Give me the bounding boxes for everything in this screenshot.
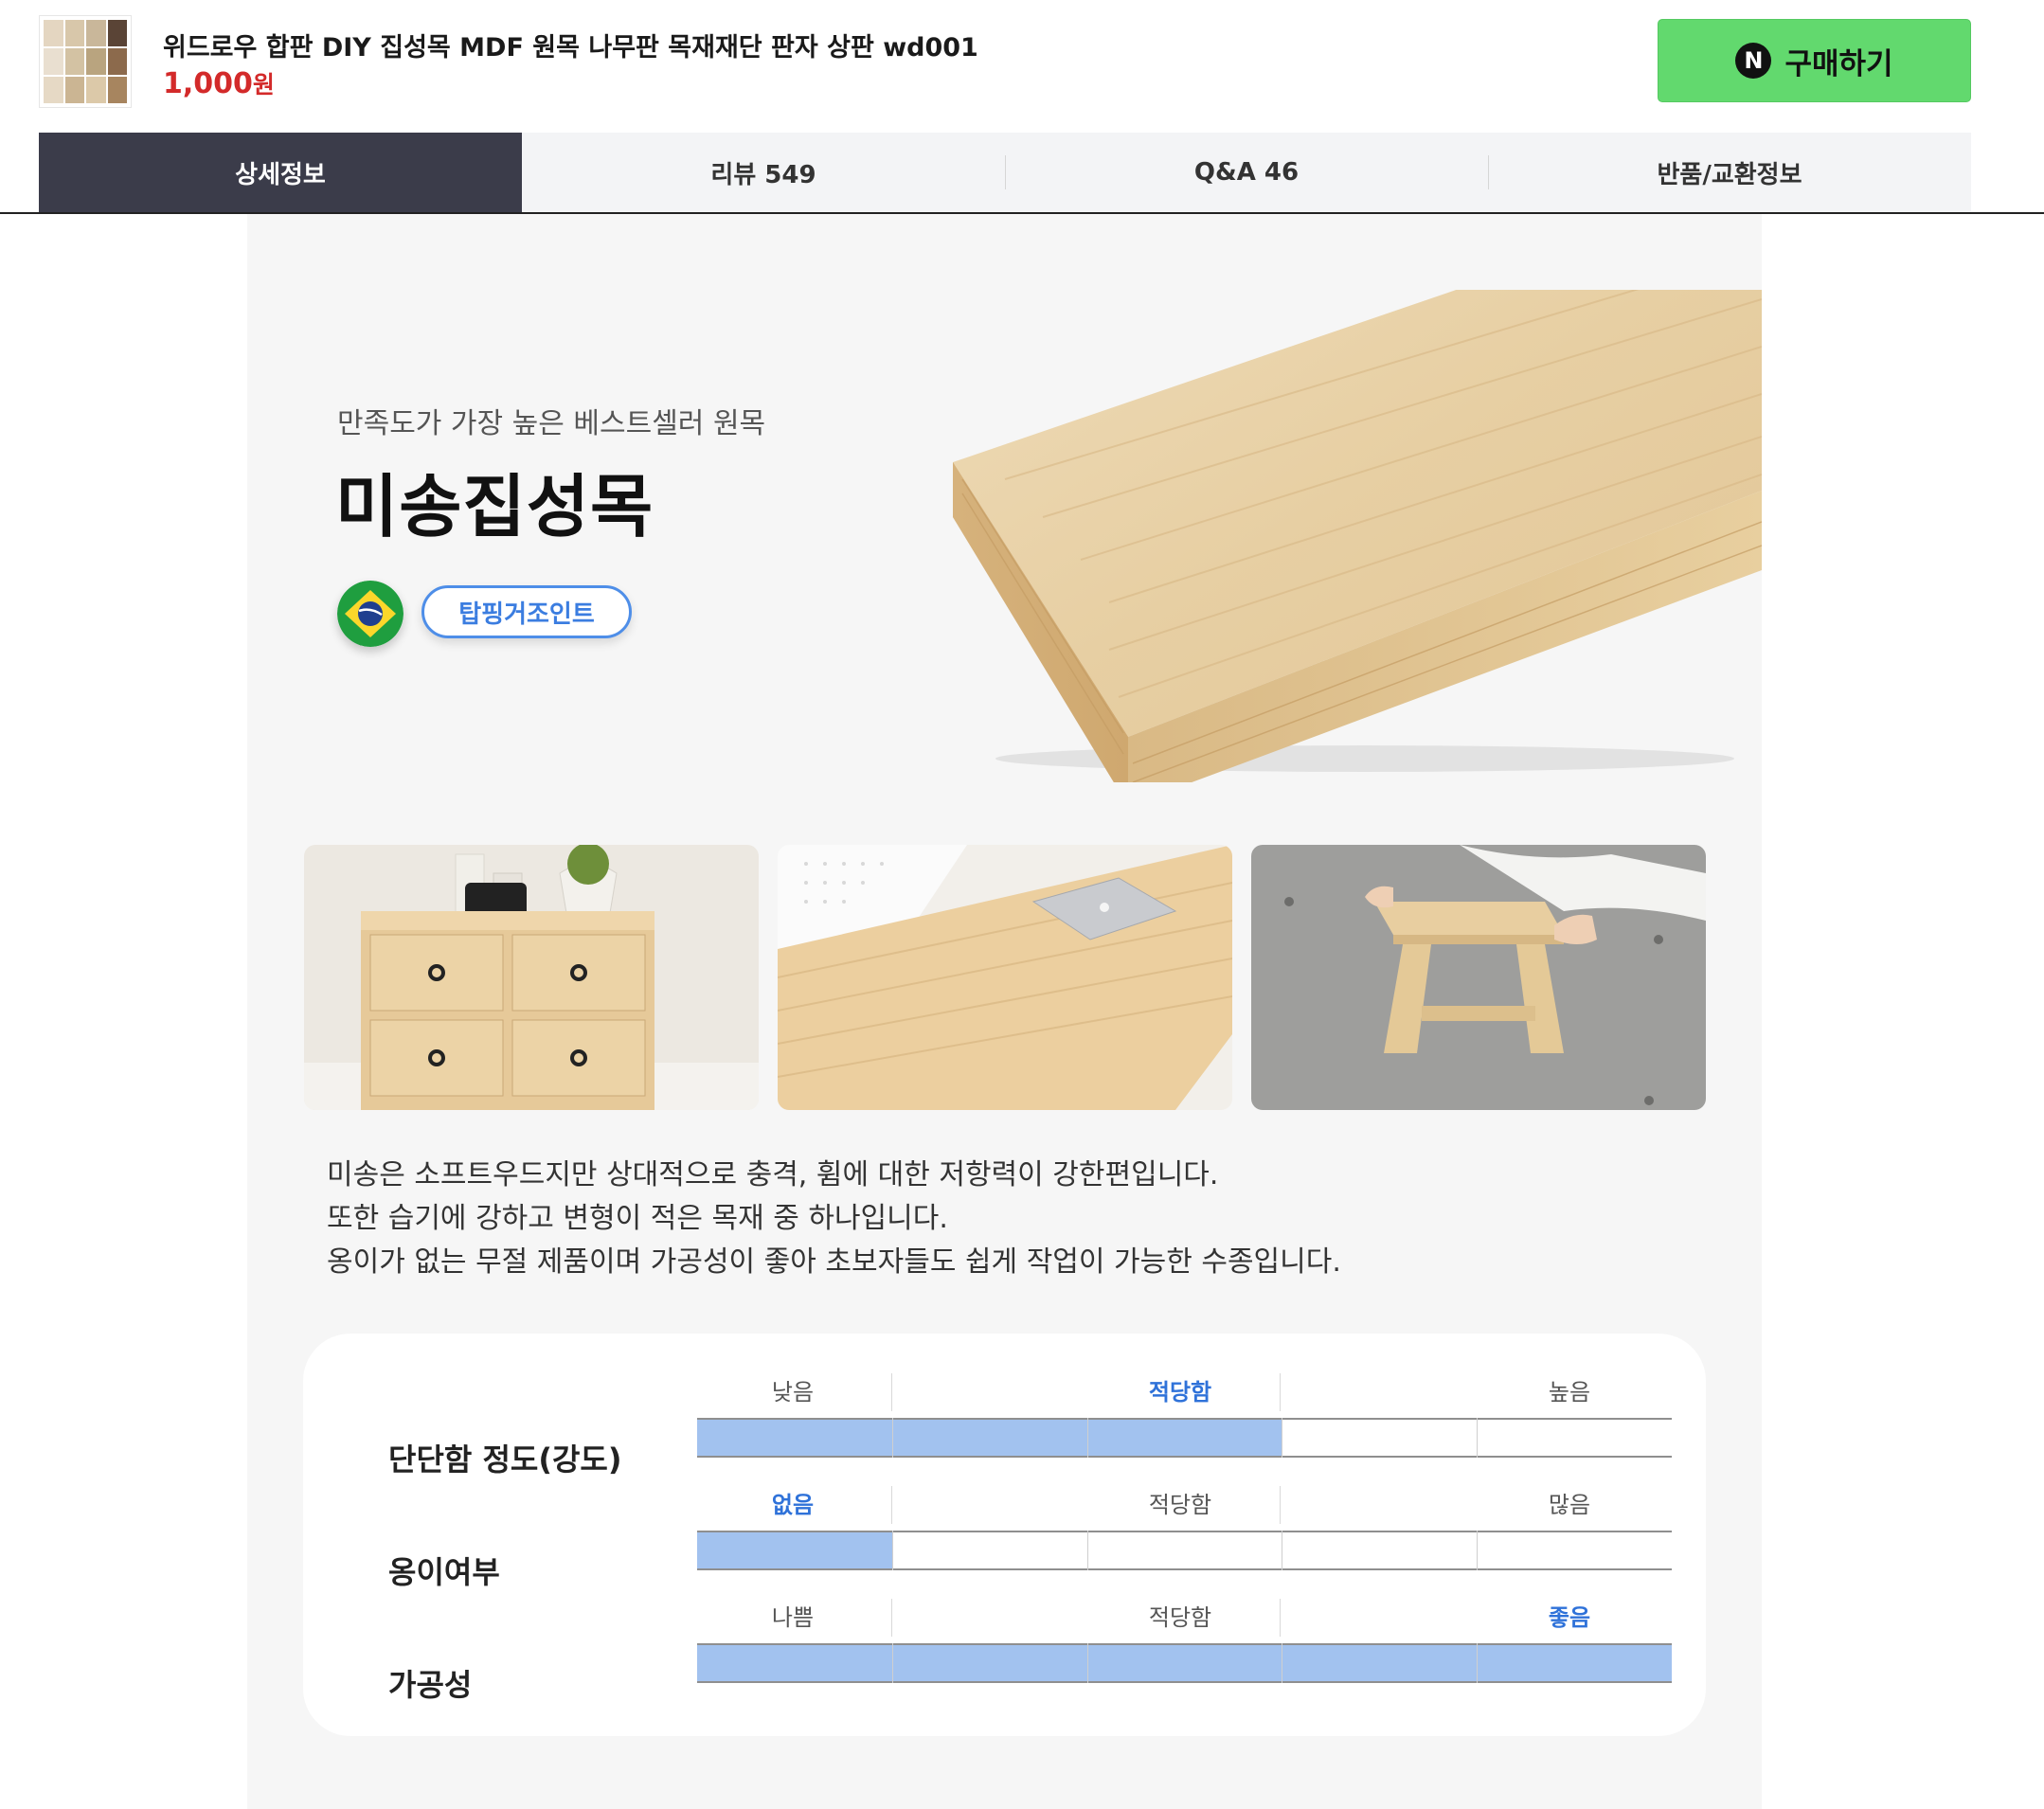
scale-divider [891,1599,892,1637]
scale-divider [891,1486,892,1524]
spec-bar-tick [891,1643,893,1683]
description-line: 옹이가 없는 무절 제품이며 가공성이 좋아 초보자들도 쉽게 작업이 가능한 … [327,1245,1341,1279]
spec-bar-tick [1086,1531,1088,1570]
spec-label-knots: 옹이여부 [388,1554,500,1590]
spec-label-hardness: 단단함 정도(강도) [388,1442,622,1478]
scale-label-low: 나쁨 [771,1604,815,1631]
detail-content: 만족도가 가장 높은 베스트셀러 원목 미송집성목 탑핑거조인트 미송은 소프트… [247,214,1762,1809]
spec-bar-fill [697,1532,892,1568]
wood-spec-card: 낮음 적당함 높음 단단함 정도(강도) 없음 적당함 많음 옹이여부 나쁨 적… [303,1334,1706,1736]
spec-scale-labels: 낮음 적당함 높음 [697,1373,1672,1406]
hero-subtitle: 만족도가 가장 높은 베스트셀러 원목 [337,407,766,440]
tab-qna[interactable]: Q&A 46 [1005,133,1488,212]
wooden-stool-photo [1251,845,1706,1110]
detail-tabs: 상세정보 리뷰 549 Q&A 46 반품/교환정보 [39,133,1971,212]
spec-bar-knots [697,1531,1672,1570]
scale-divider [891,1373,892,1411]
finger-joint-badge: 탑핑거조인트 [421,585,632,638]
naver-pay-icon: N [1735,43,1772,79]
tab-return-exchange[interactable]: 반품/교환정보 [1488,133,1971,212]
buy-button[interactable]: N 구매하기 [1658,19,1971,102]
drawer-cabinet-photo [304,845,759,1110]
desk-laptop-photo [778,845,1232,1110]
spec-scale-labels: 나쁨 적당함 좋음 [697,1599,1672,1631]
tab-reviews[interactable]: 리뷰 549 [522,133,1005,212]
scale-label-mid: 적당함 [1148,1604,1212,1631]
scale-divider [1280,1599,1281,1637]
price-unit: 원 [252,71,275,99]
scale-label-high: 많음 [1548,1492,1591,1518]
spec-bar-tick [1086,1418,1088,1458]
scale-label-low: 낮음 [771,1379,815,1406]
spec-bar-workability [697,1643,1672,1683]
spec-bar-fill [697,1645,1672,1681]
spec-bar-tick [891,1531,893,1570]
spec-bar-fill [697,1420,1282,1456]
spec-bar-hardness [697,1418,1672,1458]
pine-board-image [953,290,1762,782]
scale-label-high: 높음 [1548,1379,1591,1406]
scale-label-mid: 적당함 [1148,1379,1212,1406]
scale-label-high: 좋음 [1548,1604,1591,1631]
scale-label-mid: 적당함 [1148,1492,1212,1518]
buy-button-label: 구매하기 [1784,46,1893,81]
spec-bar-tick [1086,1643,1088,1683]
spec-label-workability: 가공성 [388,1667,473,1703]
scale-divider [1280,1486,1281,1524]
product-thumbnail[interactable] [39,15,132,108]
product-price: 1,000원 [163,66,275,100]
scale-divider [1280,1373,1281,1411]
spec-scale-labels: 없음 적당함 많음 [697,1486,1672,1518]
spec-bar-tick [1477,1531,1479,1570]
hero-title: 미송집성목 [335,467,654,546]
price-value: 1,000 [163,67,253,100]
spec-bar-tick [1477,1643,1479,1683]
scale-label-low: 없음 [771,1492,815,1518]
spec-bar-tick [891,1418,893,1458]
product-header: 위드로우 합판 DIY 집성목 MDF 원목 나무판 목재재단 판자 상판 wd… [0,0,2044,131]
tab-detail-info[interactable]: 상세정보 [39,133,522,212]
brazil-flag-icon [337,581,403,647]
spec-bar-tick [1477,1418,1479,1458]
description-line: 또한 습기에 강하고 변형이 적은 목재 중 하나입니다. [327,1202,948,1235]
description-line: 미송은 소프트우드지만 상대적으로 충격, 휨에 대한 저항력이 강한편입니다. [327,1158,1219,1191]
product-description: 미송은 소프트우드지만 상대적으로 충격, 휨에 대한 저항력이 강한편입니다.… [327,1154,1341,1284]
product-title: 위드로우 합판 DIY 집성목 MDF 원목 나무판 목재재단 판자 상판 wd… [163,33,978,63]
